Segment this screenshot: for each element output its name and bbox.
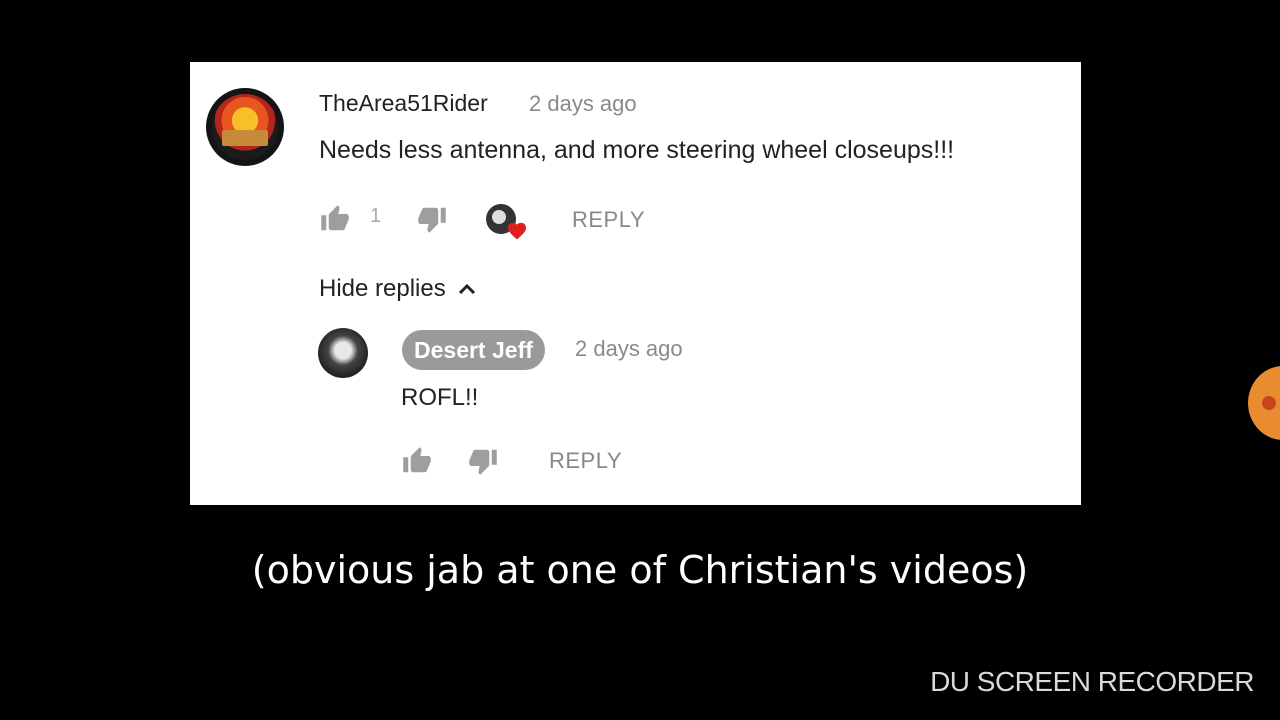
comment-timestamp[interactable]: 2 days ago — [529, 91, 637, 117]
reply-author-badge[interactable]: Desert Jeff — [402, 330, 545, 370]
recorder-watermark: DU SCREEN RECORDER — [930, 666, 1254, 697]
thumbs-down-icon[interactable] — [416, 204, 448, 234]
thumbs-down-icon[interactable] — [467, 446, 499, 476]
hide-replies-button[interactable]: Hide replies — [319, 275, 476, 303]
hide-replies-label: Hide replies — [319, 275, 446, 302]
avatar-logo-land — [222, 130, 268, 146]
reply-button[interactable]: REPLY — [572, 207, 645, 233]
comment-card: TheArea51Rider 2 days ago Needs less ant… — [190, 62, 1081, 505]
reply-timestamp[interactable]: 2 days ago — [575, 336, 683, 362]
floating-recorder-button[interactable] — [1248, 366, 1280, 440]
heart-icon — [507, 222, 527, 240]
reply-avatar[interactable] — [318, 328, 368, 378]
avatar-logo-ring — [212, 94, 278, 160]
comment-author[interactable]: TheArea51Rider — [319, 90, 488, 117]
thumbs-up-icon[interactable] — [401, 446, 433, 476]
commenter-avatar[interactable] — [206, 88, 284, 166]
reply-reply-button[interactable]: REPLY — [549, 448, 622, 474]
reply-text: ROFL!! — [401, 384, 479, 411]
chevron-up-icon — [459, 283, 476, 295]
video-caption: (obvious jab at one of Christian's video… — [251, 548, 1029, 592]
thumbs-up-icon[interactable] — [319, 204, 351, 234]
like-count: 1 — [370, 205, 382, 227]
comment-text: Needs less antenna, and more steering wh… — [319, 136, 955, 164]
